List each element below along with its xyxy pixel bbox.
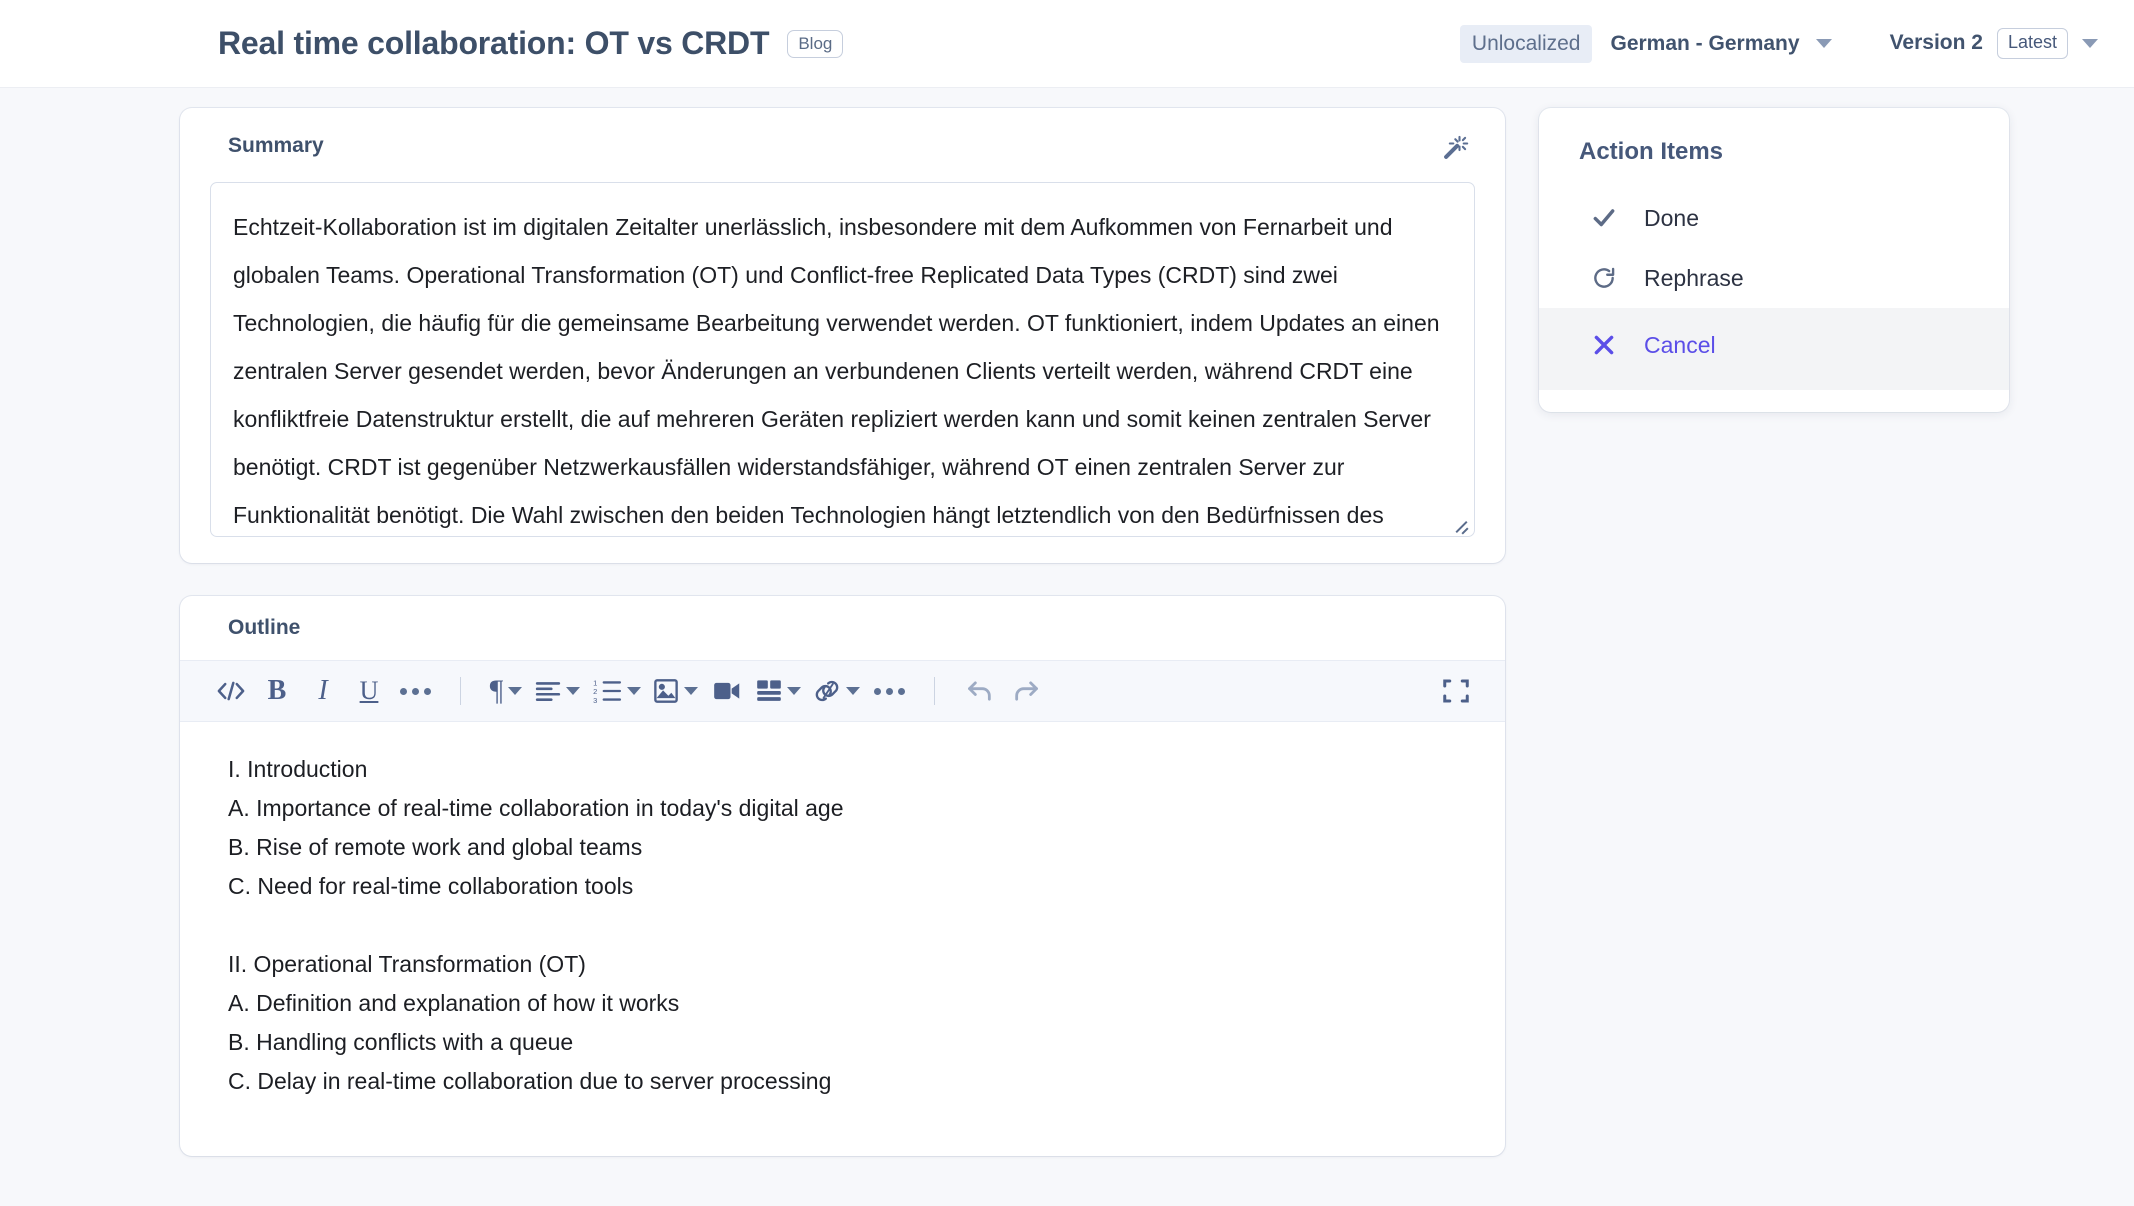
locale-selector-label: German - Germany xyxy=(1610,32,1799,56)
chevron-down-icon xyxy=(627,687,641,695)
action-item-done[interactable]: Done xyxy=(1539,188,2009,248)
textarea-resize-handle[interactable] xyxy=(1452,515,1470,533)
insert-table-icon[interactable] xyxy=(750,668,807,714)
bold-icon[interactable]: B xyxy=(254,668,300,714)
action-item-label: Cancel xyxy=(1644,332,1716,359)
localization-status-chip: Unlocalized xyxy=(1460,25,1593,63)
outline-editor-content[interactable]: I. Introduction A. Importance of real-ti… xyxy=(180,722,1505,1117)
action-items-panel: Action Items Done Rephrase xyxy=(1539,108,2009,412)
chevron-down-icon xyxy=(787,687,801,695)
undo-icon[interactable] xyxy=(957,668,1003,714)
insert-video-icon[interactable] xyxy=(704,668,750,714)
summary-textarea[interactable]: Echtzeit-Kollaboration ist im digitalen … xyxy=(210,182,1475,537)
action-item-label: Rephrase xyxy=(1644,265,1744,292)
outline-title: Outline xyxy=(180,616,1505,640)
magic-wand-icon[interactable] xyxy=(1439,130,1473,164)
side-column: Action Items Done Rephrase xyxy=(1539,108,2009,412)
ordered-list-icon[interactable]: 1 2 3 xyxy=(586,668,647,714)
chevron-down-icon xyxy=(566,687,580,695)
insert-image-icon[interactable] xyxy=(647,668,704,714)
locale-selector[interactable]: German - Germany xyxy=(1610,32,1831,56)
chevron-down-icon[interactable] xyxy=(2082,39,2098,48)
chevron-down-icon xyxy=(846,687,860,695)
action-item-rephrase[interactable]: Rephrase xyxy=(1539,248,2009,308)
toolbar-divider xyxy=(934,677,935,705)
header-left-group: Real time collaboration: OT vs CRDT Blog xyxy=(218,25,843,62)
close-icon xyxy=(1589,330,1619,360)
summary-card: Summary Echtzeit-Kol xyxy=(180,108,1505,563)
toolbar-divider xyxy=(460,677,461,705)
underline-icon[interactable]: U xyxy=(346,668,392,714)
summary-card-header: Summary xyxy=(210,130,1475,164)
chevron-down-icon xyxy=(684,687,698,695)
italic-icon[interactable]: I xyxy=(300,668,346,714)
more-options-icon[interactable] xyxy=(866,668,912,714)
header-right-group: Unlocalized German - Germany Version 2 L… xyxy=(1460,25,2098,63)
action-item-cancel[interactable]: Cancel xyxy=(1539,308,2009,390)
outline-card: Outline B I U ¶ xyxy=(180,596,1505,1156)
app-header: Real time collaboration: OT vs CRDT Blog… xyxy=(0,0,2134,88)
source-code-icon[interactable] xyxy=(208,668,254,714)
workspace: Summary Echtzeit-Kol xyxy=(0,88,2134,1156)
fullscreen-icon[interactable] xyxy=(1433,668,1479,714)
redo-icon[interactable] xyxy=(1003,668,1049,714)
chevron-down-icon xyxy=(508,687,522,695)
summary-text-content: Echtzeit-Kollaboration ist im digitalen … xyxy=(211,183,1474,537)
refresh-icon xyxy=(1589,263,1619,293)
paragraph-format-icon[interactable]: ¶ xyxy=(483,668,529,714)
check-icon xyxy=(1589,203,1619,233)
version-selector[interactable]: Version 2 Latest xyxy=(1890,28,2098,59)
more-text-format-icon[interactable] xyxy=(392,668,438,714)
action-item-label: Done xyxy=(1644,205,1699,232)
link-icon[interactable] xyxy=(807,668,866,714)
action-items-title: Action Items xyxy=(1539,130,2009,166)
svg-text:3: 3 xyxy=(593,696,597,703)
chevron-down-icon xyxy=(1816,39,1832,48)
align-icon[interactable] xyxy=(529,668,586,714)
summary-title: Summary xyxy=(210,130,324,158)
version-label: Version 2 xyxy=(1890,31,1983,55)
content-type-badge[interactable]: Blog xyxy=(787,30,843,58)
page-title: Real time collaboration: OT vs CRDT xyxy=(218,25,769,62)
version-latest-badge: Latest xyxy=(1997,28,2068,59)
main-column: Summary Echtzeit-Kol xyxy=(180,108,1505,1156)
editor-toolbar: B I U ¶ xyxy=(180,660,1505,722)
